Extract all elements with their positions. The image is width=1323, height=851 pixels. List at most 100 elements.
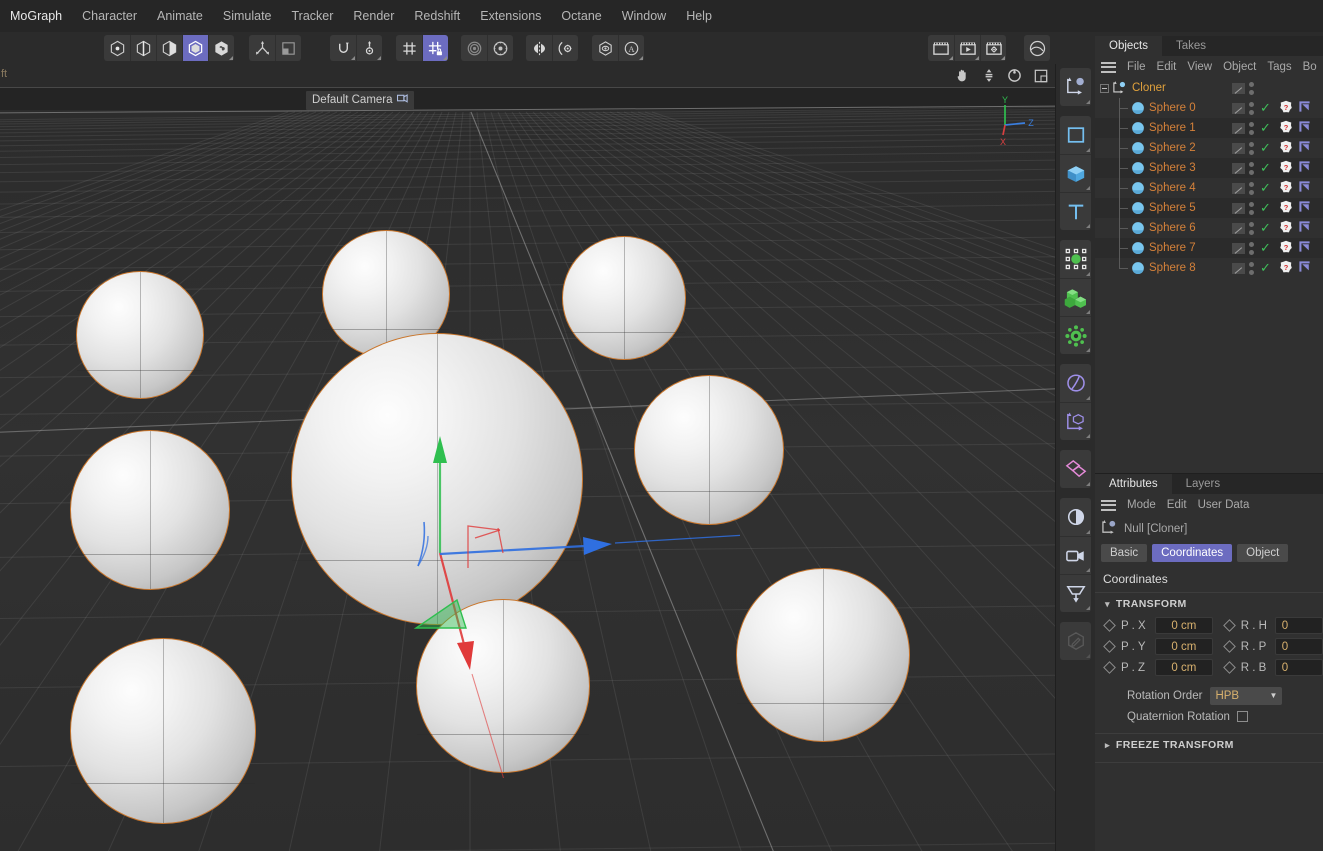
rotation-field[interactable]: 0 [1274, 638, 1323, 655]
hamburger-icon[interactable] [1101, 499, 1116, 511]
panel-menu-file[interactable]: File [1127, 61, 1146, 73]
light-icon[interactable] [1060, 498, 1091, 536]
object-row[interactable]: Sphere 5 ✓? [1095, 198, 1323, 218]
quaternion-checkbox[interactable] [1236, 711, 1248, 722]
enable-check-icon[interactable]: ✓ [1260, 101, 1274, 114]
tab-objects[interactable]: Objects [1095, 36, 1162, 56]
panel-menu-user-data[interactable]: User Data [1198, 499, 1250, 511]
freeze-transform-section-header[interactable]: ▸ FREEZE TRANSFORM [1095, 734, 1323, 756]
position-field[interactable]: 0 cm [1155, 659, 1213, 676]
panel-menu-tags[interactable]: Tags [1267, 61, 1291, 73]
position-field[interactable]: 0 cm [1155, 638, 1213, 655]
perspective-viewport[interactable]: Default Camera Y Z X [0, 87, 1055, 851]
question-tag[interactable]: ? [1279, 260, 1293, 277]
text-icon[interactable] [1060, 192, 1091, 230]
menu-item-mograph[interactable]: MoGraph [0, 0, 72, 32]
edit-toggle-icon[interactable] [1232, 162, 1245, 174]
edit-toggle-icon[interactable] [1232, 122, 1245, 134]
question-tag[interactable]: ? [1279, 120, 1293, 137]
snap-enable-icon[interactable] [330, 35, 356, 61]
hamburger-icon[interactable] [1101, 61, 1116, 73]
cube-icon[interactable] [1060, 154, 1091, 192]
camera-link-icon[interactable] [396, 93, 409, 107]
visibility-dots[interactable] [1249, 101, 1255, 115]
object-row-cloner[interactable]: Cloner [1095, 78, 1323, 98]
flag-tag[interactable] [1298, 100, 1311, 116]
sphere-viewport-6[interactable] [70, 638, 256, 824]
polygon-mode-icon[interactable] [156, 35, 182, 61]
edit-toggle-icon[interactable] [1232, 202, 1245, 214]
menu-item-tracker[interactable]: Tracker [282, 0, 344, 32]
maximize-viewport-icon[interactable] [1032, 67, 1049, 84]
generator-axis-icon[interactable] [1060, 402, 1091, 440]
visibility-dots[interactable] [1249, 141, 1255, 155]
symmetry-settings-icon[interactable] [552, 35, 578, 61]
edit-toggle-icon[interactable] [1232, 182, 1245, 194]
edit-toggle-icon[interactable] [1232, 102, 1245, 114]
object-row[interactable]: Sphere 1 ✓? [1095, 118, 1323, 138]
question-tag[interactable]: ? [1279, 220, 1293, 237]
position-field[interactable]: 0 cm [1155, 617, 1213, 634]
visibility-dots[interactable] [1249, 81, 1255, 95]
panel-menu-bo[interactable]: Bo [1303, 61, 1317, 73]
transform-gizmo[interactable] [300, 338, 740, 778]
material-sphere-icon[interactable] [1024, 35, 1050, 61]
question-tag[interactable]: ? [1279, 100, 1293, 117]
rotation-field[interactable]: 0 [1274, 617, 1323, 634]
rotation-field[interactable]: 0 [1274, 659, 1323, 676]
flag-tag[interactable] [1298, 160, 1311, 176]
object-row[interactable]: Sphere 0 ✓? [1095, 98, 1323, 118]
menu-item-simulate[interactable]: Simulate [213, 0, 282, 32]
flag-tag[interactable] [1298, 120, 1311, 136]
panel-menu-edit[interactable]: Edit [1157, 61, 1177, 73]
menu-item-help[interactable]: Help [676, 0, 722, 32]
menu-item-animate[interactable]: Animate [147, 0, 213, 32]
keyframe-diamond-icon[interactable] [1103, 619, 1116, 632]
tab-attributes[interactable]: Attributes [1095, 474, 1172, 494]
viewport-solo-icon[interactable] [275, 35, 301, 61]
visibility-dots[interactable] [1249, 121, 1255, 135]
snap-settings-icon[interactable] [356, 35, 382, 61]
enable-check-icon[interactable]: ✓ [1260, 141, 1274, 154]
enable-check-icon[interactable]: ✓ [1260, 241, 1274, 254]
edit-toggle-icon[interactable] [1232, 242, 1245, 254]
menu-item-extensions[interactable]: Extensions [470, 0, 551, 32]
texture-mode-icon[interactable] [208, 35, 234, 61]
tree-expander[interactable] [1100, 83, 1109, 93]
render-view-icon[interactable] [928, 35, 954, 61]
axis-modify-icon[interactable] [249, 35, 275, 61]
panel-menu-edit[interactable]: Edit [1167, 499, 1187, 511]
tab-layers[interactable]: Layers [1172, 474, 1235, 494]
visibility-dots[interactable] [1249, 181, 1255, 195]
visibility-dots[interactable] [1249, 221, 1255, 235]
panel-menu-object[interactable]: Object [1223, 61, 1256, 73]
keyframe-diamond-icon[interactable] [1222, 619, 1236, 632]
enable-check-icon[interactable]: ✓ [1260, 181, 1274, 194]
enable-check-icon[interactable]: ✓ [1260, 261, 1274, 274]
enable-check-icon[interactable]: ✓ [1260, 221, 1274, 234]
square-outline-icon[interactable] [1060, 116, 1091, 154]
visibility-dots[interactable] [1249, 241, 1255, 255]
render-settings-icon[interactable] [980, 35, 1006, 61]
keyframe-diamond-icon[interactable] [1103, 640, 1116, 653]
menu-item-octane[interactable]: Octane [551, 0, 611, 32]
attr-tab-basic[interactable]: Basic [1101, 544, 1148, 562]
question-tag[interactable]: ? [1279, 160, 1293, 177]
mograph-effectors-icon[interactable] [1060, 316, 1091, 354]
edit-toggle-icon[interactable] [1232, 222, 1245, 234]
object-row[interactable]: Sphere 3 ✓? [1095, 158, 1323, 178]
workplane-lock-icon[interactable] [422, 35, 448, 61]
menu-item-character[interactable]: Character [72, 0, 147, 32]
flag-tag[interactable] [1298, 260, 1311, 276]
floor-stage-icon[interactable] [1060, 574, 1091, 612]
enable-check-icon[interactable]: ✓ [1260, 161, 1274, 174]
dolly-arrows-icon[interactable] [980, 67, 997, 84]
visibility-dots[interactable] [1249, 201, 1255, 215]
sphere-viewport-3[interactable] [70, 430, 230, 590]
object-row[interactable]: Sphere 4 ✓? [1095, 178, 1323, 198]
edit-toggle-icon[interactable] [1232, 142, 1245, 154]
camera-icon[interactable] [1060, 536, 1091, 574]
pan-hand-icon[interactable] [954, 67, 971, 84]
render-target-icon[interactable] [461, 35, 487, 61]
point-mode-icon[interactable] [104, 35, 130, 61]
